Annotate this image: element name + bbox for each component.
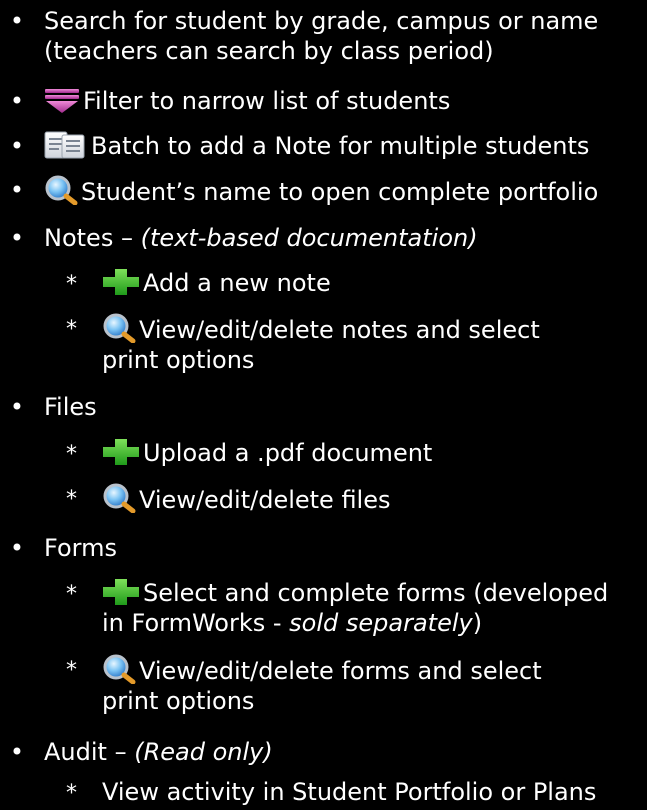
upload-label: Upload a .pdf document — [143, 439, 433, 467]
audit-heading: Audit – (Read only) — [44, 737, 273, 767]
filter-label: Filter to narrow list of students — [83, 87, 451, 115]
sold-separately-note: sold separately — [289, 609, 473, 637]
bullet: • — [9, 132, 25, 160]
sub-item-view-forms: * View/edit/delete forms and select prin… — [0, 654, 647, 716]
magnifier-icon[interactable] — [102, 313, 136, 343]
view-notes-line-2: print options — [102, 346, 255, 374]
add-note-wrap: Add a new note — [102, 268, 331, 298]
notes-title: Notes – — [44, 224, 141, 252]
list-item-notes: • Notes – (text-based documentation) — [0, 223, 647, 253]
sub-item-upload-file: * Upload a .pdf document — [0, 438, 647, 468]
select-forms-line-2: in FormWorks - sold separately) — [102, 608, 608, 638]
sub-bullet: * — [66, 658, 77, 683]
sub-bullet: * — [66, 272, 77, 297]
filter-text-wrap: Filter to narrow list of students — [44, 86, 450, 116]
portfolio-label: Student’s name to open complete portfoli… — [81, 178, 599, 206]
audit-title: Audit – — [44, 738, 135, 766]
bullet: • — [9, 87, 25, 115]
view-forms-wrap: View/edit/delete forms and select print … — [102, 654, 542, 716]
notes-heading: Notes – (text-based documentation) — [44, 223, 478, 253]
sub-item-select-forms: * Select and complete forms (developed i… — [0, 578, 647, 640]
select-forms-line-2-a: in FormWorks - — [102, 609, 290, 637]
search-line-1: Search for student by grade, campus or n… — [44, 7, 599, 35]
filter-funnel-icon[interactable] — [44, 88, 80, 114]
search-line-2: (teachers can search by class period) — [44, 37, 494, 65]
files-title: Files — [44, 393, 97, 421]
view-files-label: View/edit/delete files — [139, 486, 391, 514]
batch-text-wrap: Batch to add a Note for multiple student… — [44, 131, 589, 161]
bullet: • — [9, 534, 25, 562]
plus-icon[interactable] — [102, 578, 140, 606]
select-forms-line-2-c: ) — [472, 609, 483, 637]
sub-bullet: * — [66, 582, 77, 607]
view-forms-line-1: View/edit/delete forms and select — [139, 657, 542, 685]
list-item-search: • Search for student by grade, campus or… — [0, 6, 647, 68]
sub-item-view-activity: * View activity in Student Portfolio or … — [0, 777, 647, 807]
plus-icon[interactable] — [102, 268, 140, 296]
audit-description: (Read only) — [134, 738, 273, 766]
sub-bullet: * — [66, 442, 77, 467]
view-forms-line-2: print options — [102, 687, 255, 715]
sub-bullet: * — [66, 781, 77, 806]
magnifier-icon[interactable] — [44, 175, 78, 205]
magnifier-icon[interactable] — [102, 483, 136, 513]
view-notes-line-1: View/edit/delete notes and select — [139, 316, 540, 344]
upload-wrap: Upload a .pdf document — [102, 438, 432, 468]
view-files-wrap: View/edit/delete files — [102, 483, 391, 515]
select-forms-wrap: Select and complete forms (developed in … — [102, 578, 608, 638]
view-activity-label: View activity in Student Portfolio or Pl… — [102, 778, 597, 806]
sub-item-view-notes: * View/edit/delete notes and select prin… — [0, 313, 647, 375]
bullet: • — [9, 393, 25, 421]
list-item-filter: • Filter to narrow list of students — [0, 86, 647, 116]
bullet: • — [9, 176, 25, 204]
search-description: Search for student by grade, campus or n… — [44, 6, 598, 66]
add-note-label: Add a new note — [143, 269, 331, 297]
list-item-forms: • Forms — [0, 533, 647, 563]
list-item-audit: • Audit – (Read only) — [0, 737, 647, 767]
bullet: • — [9, 224, 25, 252]
documents-icon[interactable] — [44, 131, 88, 159]
bullet: • — [9, 7, 25, 35]
bullet: • — [9, 738, 25, 766]
sub-item-add-note: * Add a new note — [0, 268, 647, 298]
batch-label: Batch to add a Note for multiple student… — [91, 132, 590, 160]
magnifier-icon[interactable] — [102, 654, 136, 684]
portfolio-text-wrap: Student’s name to open complete portfoli… — [44, 175, 598, 207]
sub-bullet: * — [66, 317, 77, 342]
sub-item-view-files: * View/edit/delete files — [0, 483, 647, 515]
view-notes-wrap: View/edit/delete notes and select print … — [102, 313, 540, 375]
forms-title: Forms — [44, 534, 117, 562]
notes-description: (text-based documentation) — [140, 224, 478, 252]
list-item-batch: • Batch to add a Note for multiple stude… — [0, 131, 647, 161]
list-item-files: • Files — [0, 392, 647, 422]
list-item-portfolio: • Student’s name to open complete portfo… — [0, 175, 647, 207]
plus-icon[interactable] — [102, 438, 140, 466]
select-forms-line-1: Select and complete forms (developed — [143, 579, 609, 607]
sub-bullet: * — [66, 487, 77, 512]
